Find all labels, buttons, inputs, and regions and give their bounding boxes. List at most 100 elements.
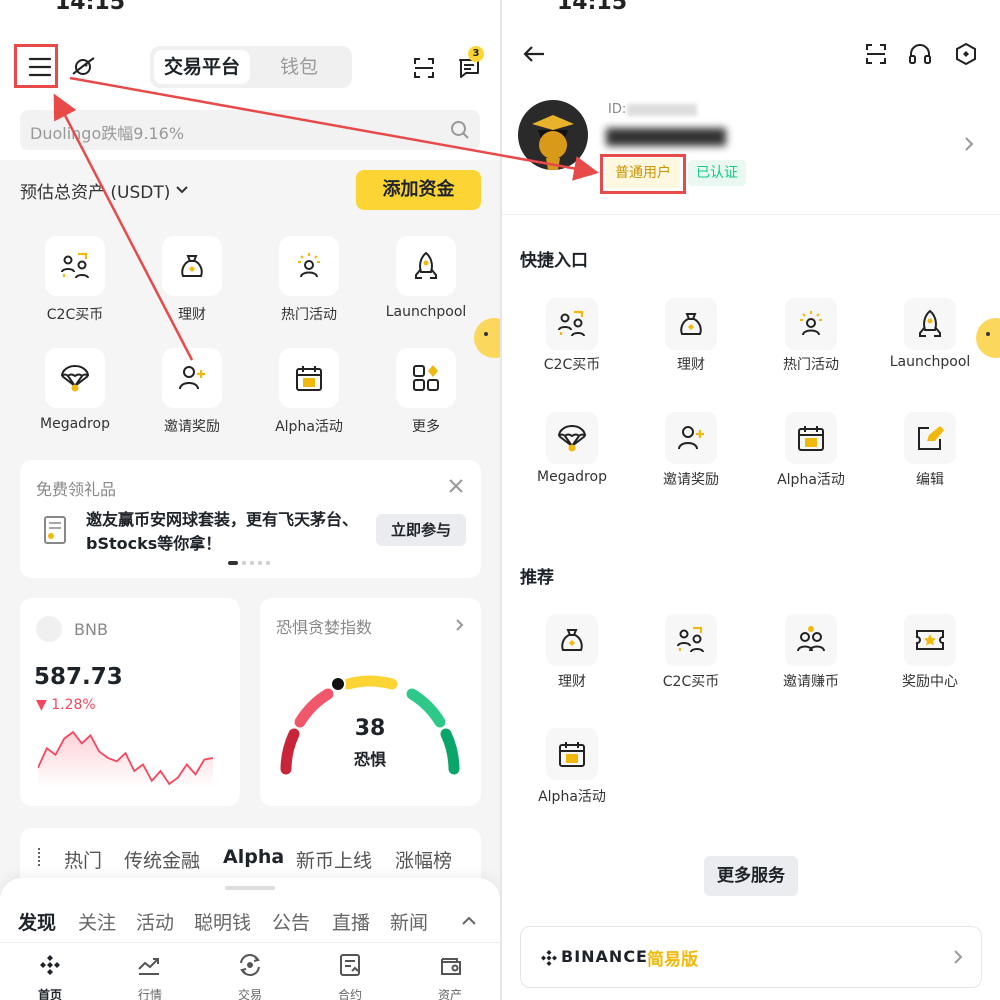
chevron-right-icon[interactable]: [960, 134, 978, 154]
scan-icon[interactable]: [410, 54, 438, 82]
invite-icon[interactable]: [665, 412, 717, 464]
reward-center-icon[interactable]: [904, 614, 956, 666]
status-time: 14:15: [557, 0, 628, 15]
scan-icon[interactable]: [862, 40, 890, 68]
calendar-alpha-icon[interactable]: [279, 348, 339, 408]
calendar-alpha-icon[interactable]: [785, 412, 837, 464]
search-bar[interactable]: Duolingo跌幅9.16%: [20, 110, 480, 150]
tab-wallet[interactable]: 钱包: [250, 50, 348, 84]
discover-tab-live[interactable]: 直播: [332, 908, 370, 935]
discover-tab-discover[interactable]: 发现: [18, 908, 56, 935]
mascot-icon[interactable]: [474, 318, 500, 358]
hot-activity-icon[interactable]: [785, 298, 837, 350]
nav-divider: [0, 942, 500, 943]
message-badge: 3: [468, 46, 484, 62]
join-now-button[interactable]: 立即参与: [376, 514, 466, 546]
user-id-label: ID:: [608, 102, 627, 117]
invite-icon[interactable]: [162, 348, 222, 408]
quick-label-hot: 热门活动: [783, 357, 839, 373]
nav-assets-label[interactable]: 资产: [410, 986, 490, 1000]
tab-exchange[interactable]: 交易平台: [154, 50, 250, 84]
discover-tab-news[interactable]: 新闻: [390, 908, 428, 935]
quick-label-earn: 理财: [677, 357, 705, 373]
gift-card: 免费领礼品 邀友赢币安网球套装，更有飞天茅台、bStocks等你拿！ 立即参与: [20, 460, 481, 578]
money-bag-icon[interactable]: [546, 614, 598, 666]
chevron-up-icon[interactable]: [458, 912, 480, 930]
bnb-card[interactable]: BNB 587.73 ▼ 1.28%: [20, 598, 240, 806]
quick-label-c2c: C2C买币: [543, 357, 601, 373]
c2c-icon[interactable]: [665, 614, 717, 666]
user-type-highlight-box: [600, 154, 686, 194]
close-icon[interactable]: [446, 476, 466, 496]
carousel-dot: [266, 561, 270, 565]
gift-card-text: 邀友赢币安网球套装，更有飞天茅台、bStocks等你拿！: [86, 510, 359, 553]
mascot-icon[interactable]: [976, 318, 1000, 358]
back-arrow-icon[interactable]: [520, 40, 548, 68]
hot-activity-icon[interactable]: [279, 236, 339, 296]
chevron-down-icon[interactable]: [172, 180, 192, 200]
bnb-logo-icon: [36, 616, 62, 642]
settings-hexagon-icon[interactable]: [952, 40, 980, 68]
discover-tab-announcement[interactable]: 公告: [272, 908, 310, 935]
carousel-dot: [258, 561, 262, 565]
rocket-icon[interactable]: [904, 298, 956, 350]
nav-trade-label[interactable]: 交易: [210, 986, 290, 1000]
rec-label-c2c: C2C买币: [662, 674, 720, 690]
recommended-title: 推荐: [520, 568, 554, 588]
edit-icon[interactable]: [904, 412, 956, 464]
fear-greed-label: 恐惧: [353, 750, 386, 769]
nav-futures-label[interactable]: 合约: [310, 986, 390, 1000]
lite-mode-label: 简易版: [647, 950, 698, 970]
add-funds-button[interactable]: 添加资金: [356, 170, 481, 210]
binance-lite-entry[interactable]: BINANCE 简易版: [520, 926, 982, 988]
invite-earn-icon[interactable]: [785, 614, 837, 666]
quick-label-edit: 编辑: [916, 472, 944, 488]
nav-home-label[interactable]: 首页: [10, 986, 90, 1000]
username-redacted: [606, 128, 726, 146]
more-services-button[interactable]: 更多服务: [704, 856, 798, 896]
planet-icon[interactable]: [68, 52, 98, 82]
shortcut-label-launchpool: Launchpool: [385, 304, 467, 320]
chevron-right-icon: [949, 947, 967, 967]
fear-greed-card[interactable]: 恐惧贪婪指数 38 恐惧: [260, 598, 481, 806]
verified-badge[interactable]: 已认证: [688, 160, 746, 186]
market-tab-hot[interactable]: 热门: [64, 846, 102, 873]
market-tab-new[interactable]: 新币上线: [296, 846, 372, 873]
avatar[interactable]: [518, 100, 588, 170]
discover-tab-smart-money[interactable]: 聪明钱: [194, 908, 251, 935]
gift-card-title: 免费领礼品: [36, 480, 117, 499]
discover-tab-activity[interactable]: 活动: [136, 908, 174, 935]
quick-label-launchpool: Launchpool: [889, 354, 971, 370]
money-bag-icon[interactable]: [665, 298, 717, 350]
search-placeholder: Duolingo跌幅9.16%: [30, 124, 185, 143]
calendar-alpha-icon[interactable]: [546, 728, 598, 780]
shortcut-label-hot: 热门活动: [281, 307, 337, 323]
c2c-icon[interactable]: [45, 236, 105, 296]
rocket-icon[interactable]: [396, 236, 456, 296]
quick-entry-title: 快捷入口: [520, 251, 588, 271]
parachute-icon[interactable]: [45, 348, 105, 408]
nav-market-label[interactable]: 行情: [110, 986, 190, 1000]
binance-brand: BINANCE: [561, 947, 648, 966]
parachute-icon[interactable]: [546, 412, 598, 464]
market-tab-gainers[interactable]: 涨幅榜: [395, 846, 452, 873]
binance-home-icon[interactable]: [37, 952, 63, 978]
market-tab-alpha[interactable]: Alpha: [223, 846, 284, 868]
estimated-assets-label[interactable]: 预估总资产 (USDT): [20, 178, 170, 203]
money-bag-icon[interactable]: [162, 236, 222, 296]
headset-icon[interactable]: [906, 40, 934, 68]
bnb-change-value: 1.28%: [51, 697, 96, 713]
trade-icon[interactable]: [236, 952, 264, 978]
user-id-redacted: [627, 104, 697, 116]
futures-icon[interactable]: [338, 952, 362, 978]
shortcut-label-more: 更多: [412, 419, 440, 435]
discover-sheet: [0, 878, 500, 1000]
wallet-icon[interactable]: [438, 952, 464, 978]
more-grid-icon[interactable]: [396, 348, 456, 408]
sheet-handle[interactable]: [225, 886, 275, 890]
discover-tab-follow[interactable]: 关注: [78, 908, 116, 935]
c2c-icon[interactable]: [546, 298, 598, 350]
market-chart-icon[interactable]: [136, 952, 162, 978]
drag-handle-icon[interactable]: [38, 848, 42, 866]
market-tab-tradfi[interactable]: 传统金融: [124, 846, 200, 873]
